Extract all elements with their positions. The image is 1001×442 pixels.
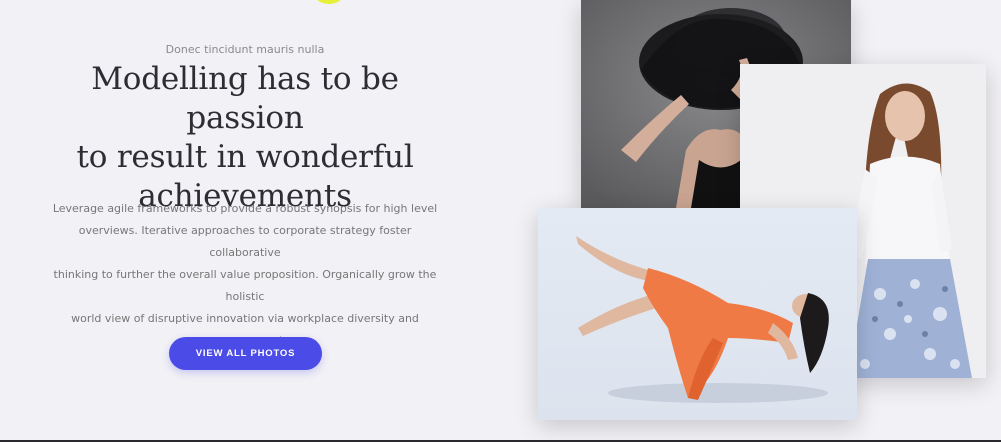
photo-orange-dress-image xyxy=(538,208,857,420)
hero-description: Leverage agile frameworks to provide a r… xyxy=(45,198,445,352)
hero-title-line: Modelling has to be passion xyxy=(91,61,399,136)
hero-description-line: Leverage agile frameworks to provide a r… xyxy=(52,202,438,215)
gallery-photo-orange-dress[interactable] xyxy=(538,208,857,420)
hero-description-line: world view of disruptive innovation via … xyxy=(71,312,419,325)
hero-title: Modelling has to be passion to result in… xyxy=(40,60,450,216)
hero-description-line: overviews. Iterative approaches to corpo… xyxy=(78,224,412,259)
hero-eyebrow: Donec tincidunt mauris nulla xyxy=(165,43,325,56)
decorative-yellow-circle xyxy=(312,0,346,4)
view-all-photos-button[interactable]: VIEW ALL PHOTOS xyxy=(169,337,322,370)
hero-description-line: thinking to further the overall value pr… xyxy=(53,268,437,303)
hero-title-line: to result in wonderful xyxy=(76,139,414,175)
